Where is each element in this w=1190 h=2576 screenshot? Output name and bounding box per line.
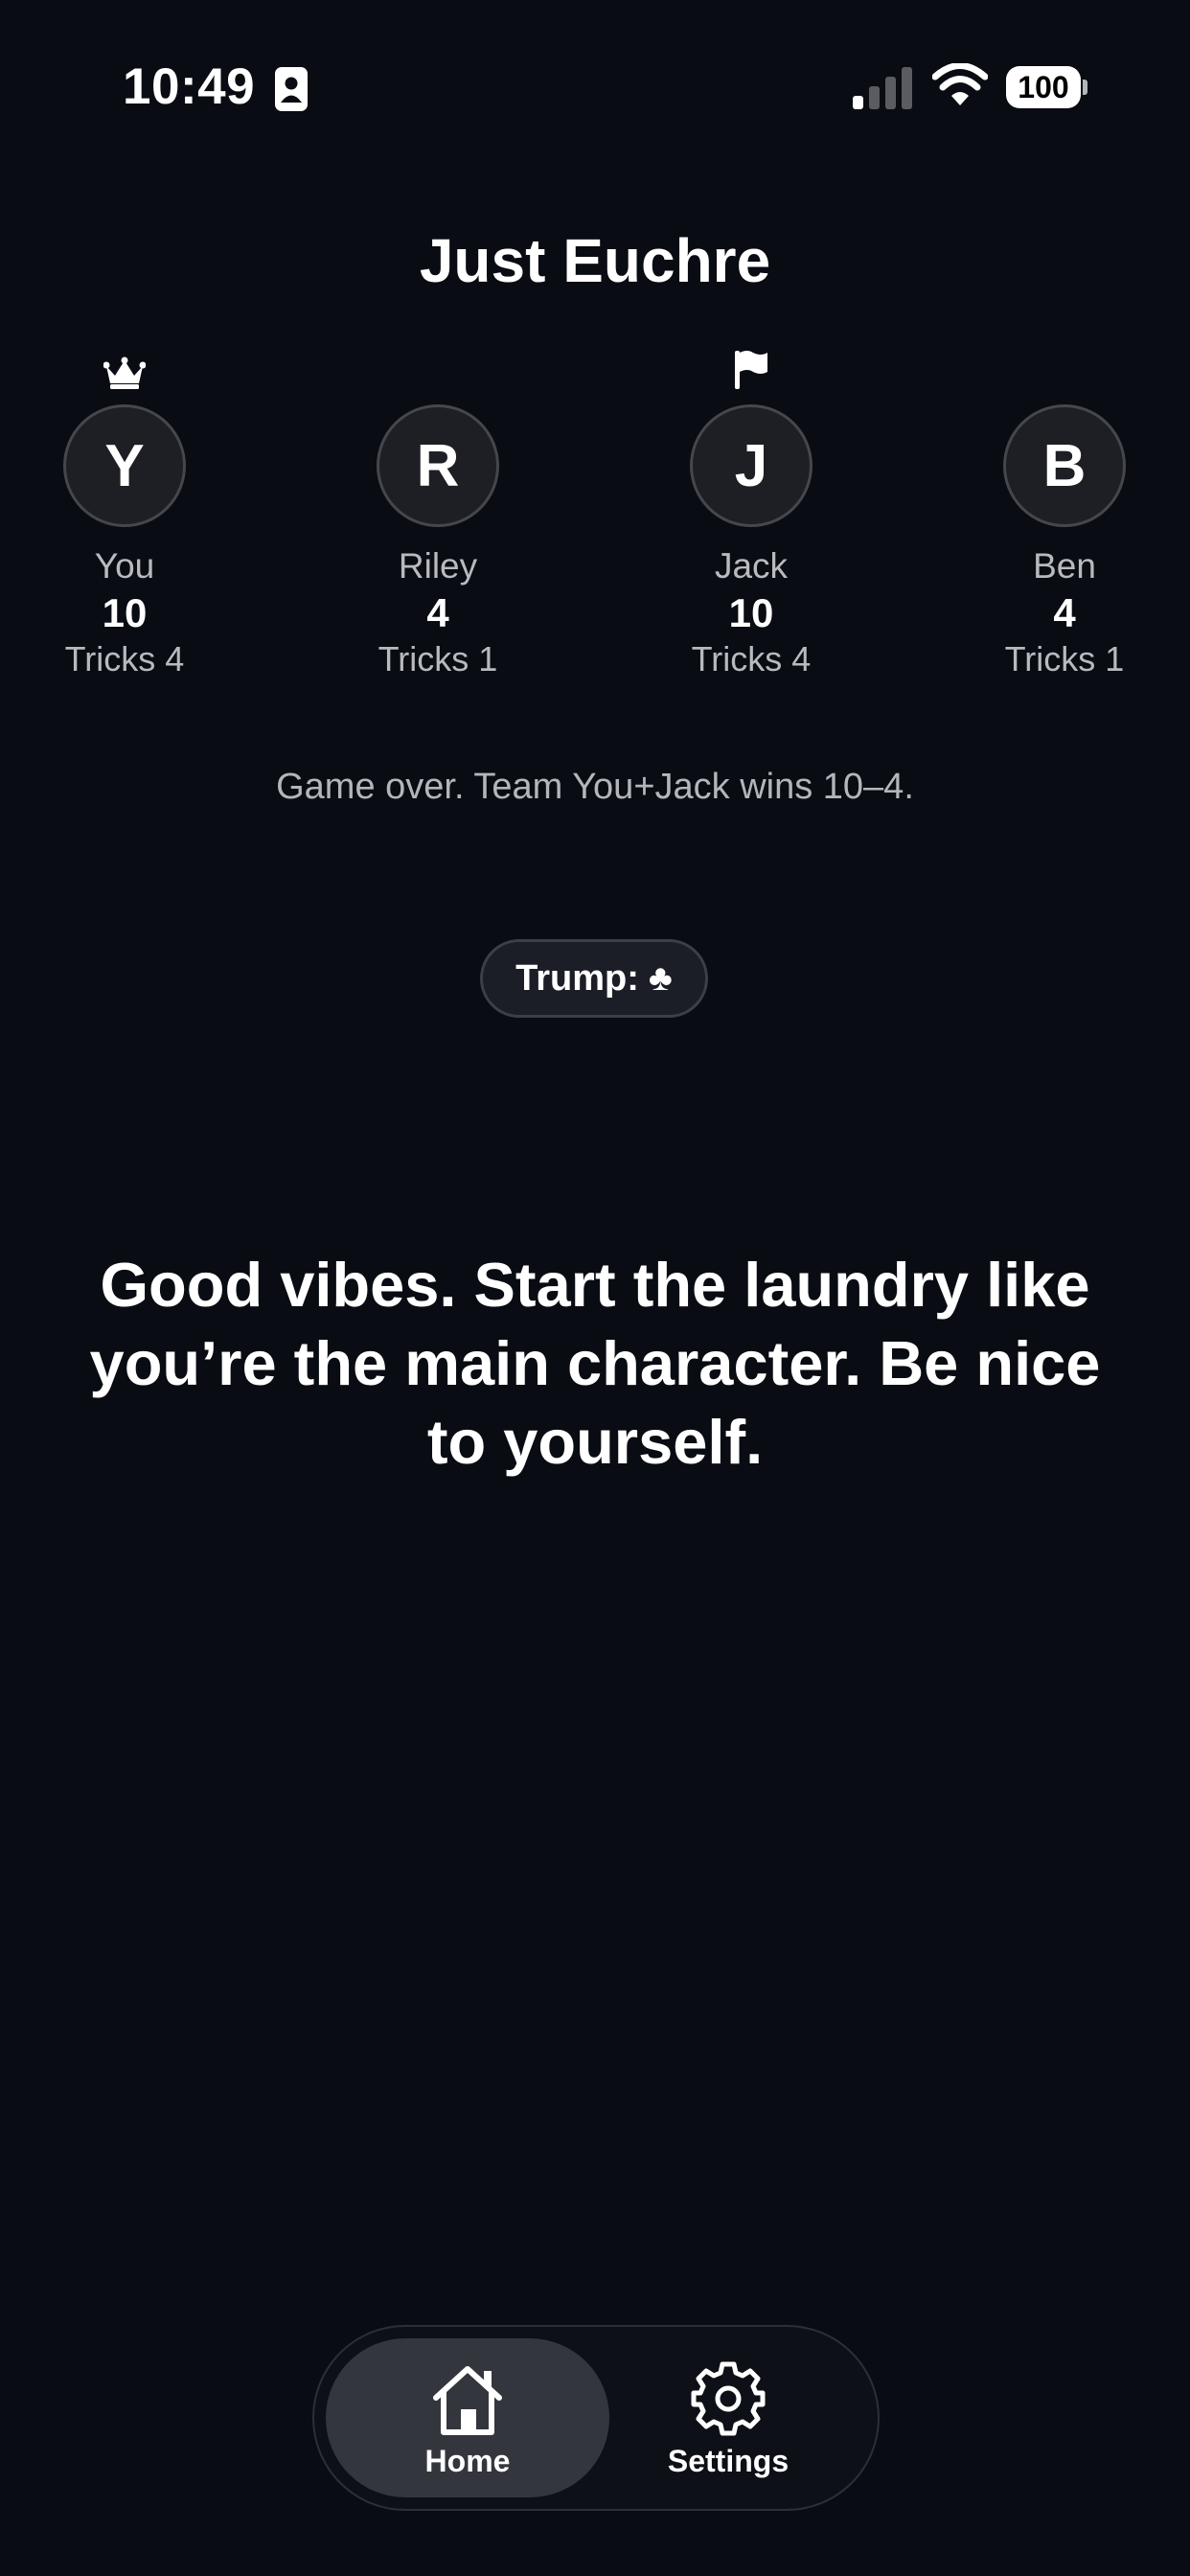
tab-settings[interactable]: Settings xyxy=(586,2338,870,2497)
player-jack: J Jack 10 Tricks 4 xyxy=(655,335,847,680)
wifi-icon xyxy=(932,63,988,105)
player-score: 4 xyxy=(426,590,449,635)
player-score: 10 xyxy=(728,590,774,635)
page-title: Just Euchre xyxy=(419,226,771,295)
status-time: 10:49 xyxy=(123,58,256,115)
gear-icon xyxy=(691,2361,766,2436)
player-tricks: Tricks 4 xyxy=(64,639,185,678)
player-score: 4 xyxy=(1053,590,1076,635)
player-tricks: Tricks 1 xyxy=(1004,639,1125,678)
home-icon xyxy=(433,2366,502,2435)
player-name: Ben xyxy=(1033,546,1096,586)
motivational-quote: Good vibes. Start the laundry like you’r… xyxy=(89,1250,1101,1477)
app-screen: 10:49 100 Just Euchre Y You 10 Tricks 4 … xyxy=(0,0,1190,2576)
status-bar: 10:49 100 xyxy=(0,0,1190,172)
player-name: You xyxy=(94,546,155,586)
avatar: Y xyxy=(63,404,186,527)
clubs-suit-icon: ♣ xyxy=(648,957,673,999)
trump-label: Trump: xyxy=(515,957,639,999)
tab-settings-label: Settings xyxy=(667,2444,790,2478)
battery-level: 100 xyxy=(1006,66,1081,108)
game-status-message: Game over. Team You+Jack wins 10–4. xyxy=(276,767,914,807)
tab-home[interactable]: Home xyxy=(326,2338,609,2497)
avatar: J xyxy=(690,404,812,527)
player-name: Jack xyxy=(714,546,789,586)
player-tricks: Tricks 4 xyxy=(691,639,812,678)
flag-icon xyxy=(735,351,767,389)
player-ben: B Ben 4 Tricks 1 xyxy=(969,335,1160,680)
player-you: Y You 10 Tricks 4 xyxy=(29,335,220,680)
trump-indicator: Trump: ♣ xyxy=(480,939,708,1018)
avatar: R xyxy=(377,404,499,527)
tab-bar: Home Settings xyxy=(312,2325,880,2511)
player-name: Riley xyxy=(398,546,478,586)
player-score: 10 xyxy=(102,590,148,635)
player-marker xyxy=(342,335,534,389)
battery-nub xyxy=(1083,80,1087,95)
player-marker xyxy=(655,335,847,389)
crown-icon xyxy=(103,356,146,389)
player-marker xyxy=(29,335,220,389)
player-marker xyxy=(969,335,1160,389)
avatar: B xyxy=(1003,404,1126,527)
player-riley: R Riley 4 Tricks 1 xyxy=(342,335,534,680)
battery-indicator: 100 xyxy=(1006,66,1087,108)
contact-card-icon xyxy=(275,67,308,111)
tab-home-label: Home xyxy=(424,2444,511,2478)
cellular-signal-icon xyxy=(853,67,912,109)
player-tricks: Tricks 1 xyxy=(378,639,498,678)
